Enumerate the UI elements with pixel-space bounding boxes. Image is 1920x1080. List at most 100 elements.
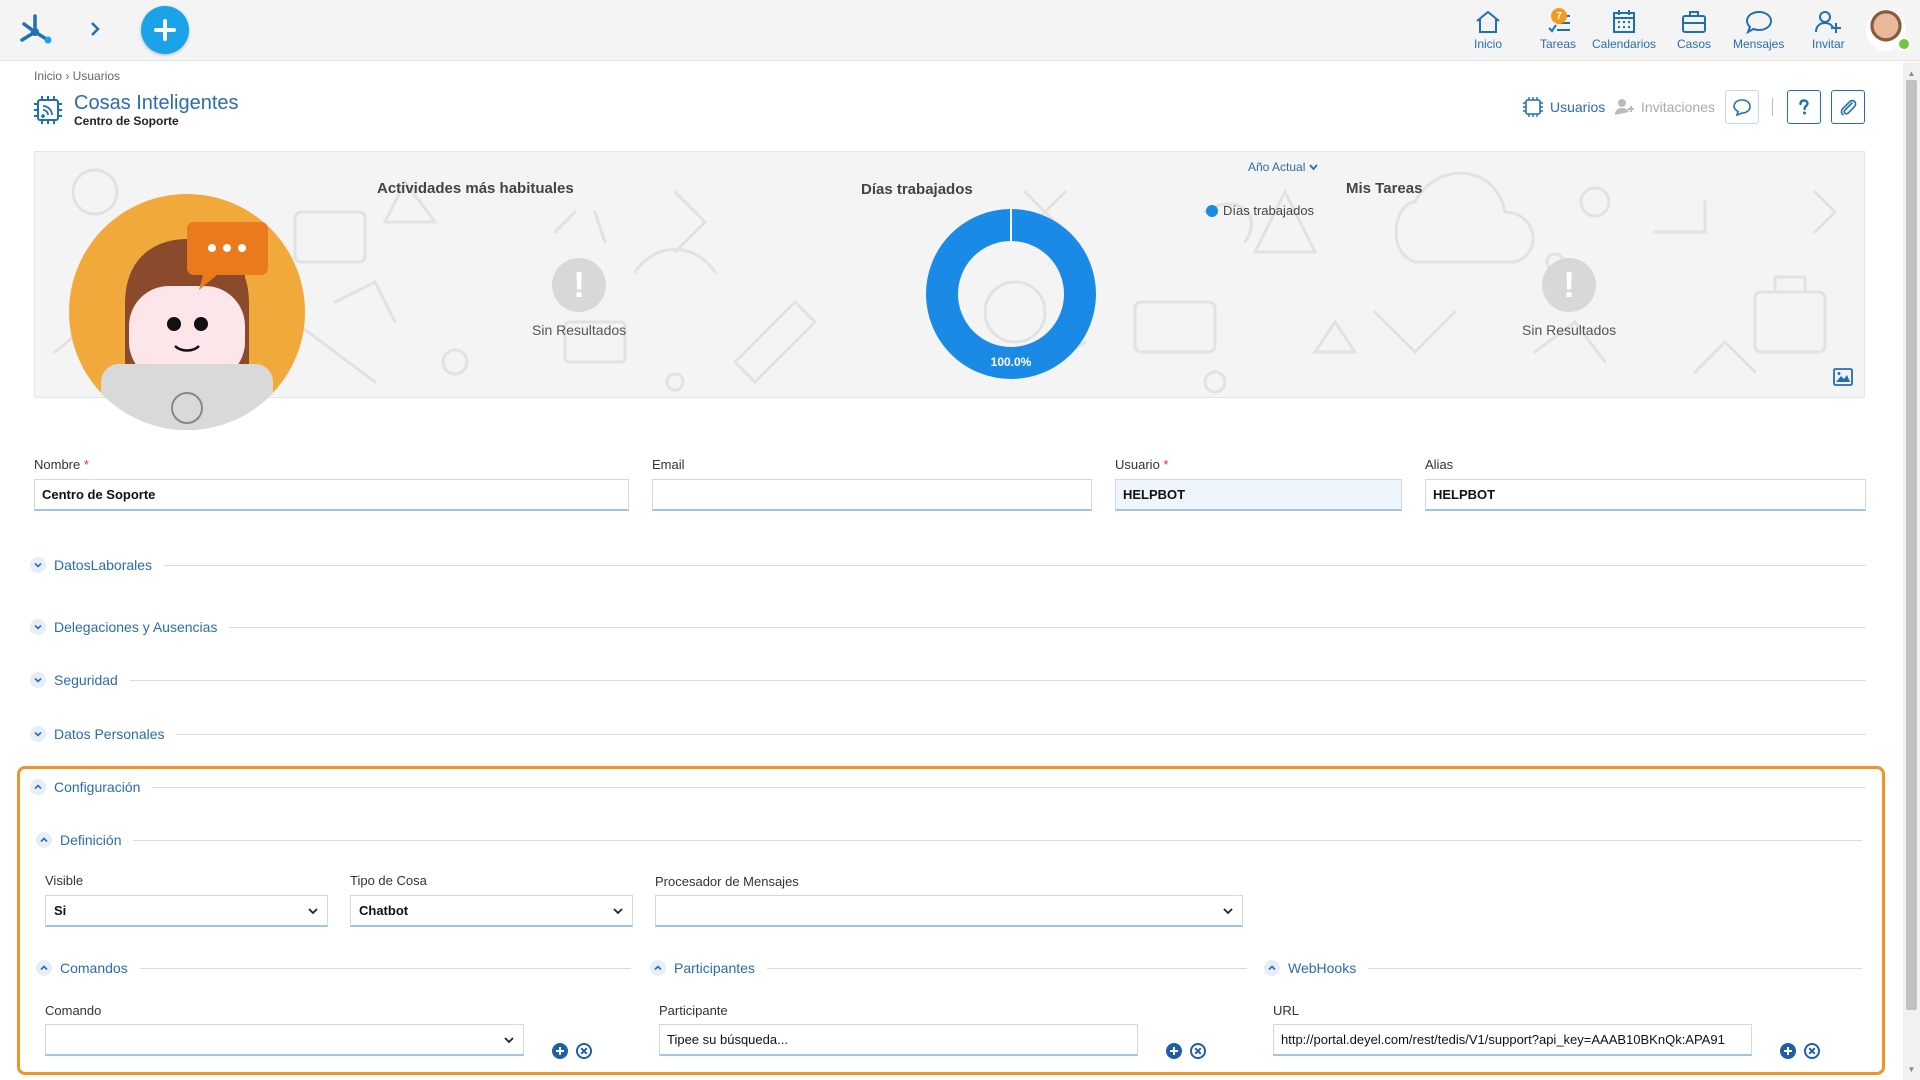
- section-divider: [139, 967, 631, 969]
- chatbot-avatar[interactable]: [69, 194, 305, 430]
- chevron-down-icon: [30, 557, 46, 573]
- section-divider: [164, 564, 1866, 566]
- participante-row-actions: [1165, 1042, 1207, 1060]
- smart-thing-icon: [34, 96, 62, 124]
- comando-row-actions: [551, 1042, 593, 1060]
- invitaciones-link-label: Invitaciones: [1641, 99, 1715, 115]
- invitaciones-link[interactable]: Invitaciones: [1613, 96, 1715, 118]
- section-configuracion[interactable]: Configuración: [30, 779, 1866, 795]
- webhook-row-actions: [1779, 1042, 1821, 1060]
- chevron-down-icon: [30, 619, 46, 635]
- invite-user-icon: [1615, 99, 1634, 115]
- dias-trabajados-title: Días trabajados: [861, 181, 973, 198]
- tipo-cosa-select[interactable]: Chatbot: [350, 895, 633, 927]
- section-definicion[interactable]: Definición: [36, 832, 1862, 848]
- attachments-button[interactable]: [1831, 90, 1865, 124]
- email-input[interactable]: [652, 479, 1092, 511]
- question-icon: [1799, 99, 1809, 115]
- procesador-select[interactable]: [655, 895, 1243, 927]
- add-circle-icon[interactable]: [1779, 1042, 1797, 1060]
- section-divider: [229, 626, 1866, 628]
- nombre-input[interactable]: Centro de Soporte: [34, 479, 629, 511]
- section-divider: [129, 679, 1866, 681]
- section-title: DatosLaborales: [54, 557, 153, 573]
- section-participantes[interactable]: Participantes: [650, 960, 1247, 976]
- comments-button[interactable]: [1725, 90, 1759, 124]
- chevron-right-icon: [91, 22, 100, 36]
- usuarios-link[interactable]: Usuarios: [1522, 96, 1605, 118]
- deyel-logo-icon[interactable]: [14, 10, 56, 50]
- remove-circle-icon[interactable]: [1803, 1042, 1821, 1060]
- alias-input[interactable]: HELPBOT: [1425, 479, 1866, 511]
- change-banner-image-icon[interactable]: [1833, 368, 1853, 386]
- comando-label: Comando: [45, 1003, 102, 1018]
- chevron-down-icon: [30, 672, 46, 688]
- legend-color-dot: [1206, 204, 1218, 217]
- top-bar: Inicio 7 Tareas Calendarios Casos Mensaj…: [0, 0, 1920, 61]
- section-datos-laborales[interactable]: DatosLaborales: [30, 557, 1866, 573]
- year-selector[interactable]: Año Actual: [1248, 160, 1318, 174]
- add-circle-icon[interactable]: [551, 1042, 569, 1060]
- visible-select[interactable]: Si: [45, 895, 328, 927]
- chevron-up-icon: [1264, 960, 1280, 976]
- page-subtitle: Centro de Soporte: [74, 114, 179, 128]
- section-title: Definición: [60, 832, 122, 848]
- plus-icon: [154, 19, 176, 41]
- section-title: Comandos: [60, 960, 128, 976]
- webhook-url-input[interactable]: http://portal.deyel.com/rest/tedis/V1/su…: [1273, 1024, 1752, 1056]
- required-marker: *: [1163, 457, 1169, 472]
- speech-bubble-icon: [1733, 99, 1751, 117]
- section-divider: [152, 786, 1866, 788]
- nav-inicio[interactable]: Inicio: [1473, 8, 1503, 54]
- add-circle-icon[interactable]: [1165, 1042, 1183, 1060]
- section-divider: [176, 733, 1866, 735]
- mis-tareas-empty-state: ! Sin Resultados: [1522, 258, 1616, 338]
- legend-label: Días trabajados: [1223, 203, 1315, 218]
- section-divider: [133, 839, 1862, 841]
- participante-search-input[interactable]: Tipee su búsqueda...: [659, 1024, 1138, 1056]
- chevron-down-icon: [504, 1036, 514, 1043]
- page-title: Cosas Inteligentes: [74, 92, 239, 114]
- alert-icon: !: [552, 258, 607, 312]
- usuario-input[interactable]: HELPBOT: [1115, 479, 1402, 511]
- section-title: Delegaciones y Ausencias: [54, 619, 218, 635]
- help-button[interactable]: [1787, 90, 1821, 124]
- profile-banner: Actividades más habituales ! Sin Resulta…: [34, 151, 1865, 398]
- breadcrumb[interactable]: Inicio › Usuarios: [34, 69, 120, 83]
- nav-casos[interactable]: Casos: [1677, 8, 1711, 54]
- chevron-down-icon: [308, 907, 318, 914]
- usuario-label-text: Usuario: [1115, 457, 1160, 472]
- paperclip-icon: [1840, 99, 1857, 116]
- section-delegaciones[interactable]: Delegaciones y Ausencias: [30, 619, 1866, 635]
- section-divider: [1368, 967, 1862, 969]
- header-separator: [1772, 98, 1773, 116]
- nombre-label-text: Nombre: [34, 457, 81, 472]
- nav-tareas[interactable]: 7 Tareas: [1540, 8, 1576, 54]
- expand-menu-button[interactable]: [84, 14, 106, 44]
- chevron-down-icon: [1223, 907, 1233, 914]
- actividades-empty-label: Sin Resultados: [532, 322, 627, 338]
- section-comandos[interactable]: Comandos: [36, 960, 631, 976]
- section-datos-personales[interactable]: Datos Personales: [30, 726, 1866, 742]
- nav-invitar-label: Invitar: [1812, 37, 1845, 51]
- section-divider: [766, 967, 1247, 969]
- donut-slice-dias-trabajados[interactable]: [926, 209, 1096, 379]
- visible-label: Visible: [45, 873, 84, 888]
- procesador-label: Procesador de Mensajes: [655, 874, 799, 889]
- chevron-up-icon: [36, 832, 52, 848]
- section-webhooks[interactable]: WebHooks: [1264, 960, 1862, 976]
- create-new-button[interactable]: [141, 6, 189, 54]
- scroll-down-arrow[interactable]: ▼: [1905, 1062, 1918, 1076]
- section-seguridad[interactable]: Seguridad: [30, 672, 1866, 688]
- comando-select[interactable]: [45, 1024, 524, 1056]
- scroll-up-arrow[interactable]: ▲: [1905, 66, 1918, 80]
- remove-circle-icon[interactable]: [575, 1042, 593, 1060]
- remove-circle-icon[interactable]: [1189, 1042, 1207, 1060]
- scrollbar-thumb[interactable]: [1906, 80, 1917, 1010]
- alert-icon: !: [1542, 258, 1597, 312]
- nav-mensajes[interactable]: Mensajes: [1733, 8, 1784, 54]
- nav-invitar[interactable]: Invitar: [1812, 8, 1845, 54]
- donut-data-label: 100.0%: [991, 355, 1032, 369]
- nav-calendarios[interactable]: Calendarios: [1592, 8, 1656, 54]
- chevron-up-icon: [650, 960, 666, 976]
